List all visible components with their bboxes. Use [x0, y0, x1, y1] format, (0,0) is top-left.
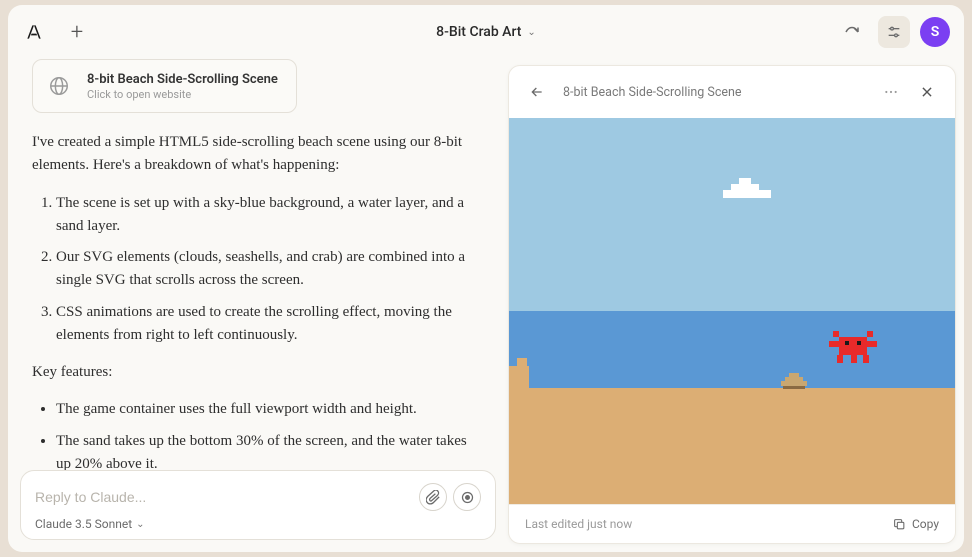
preview-crab-sprite	[829, 331, 877, 367]
more-button[interactable]	[875, 76, 907, 108]
conversation-title-text: 8-Bit Crab Art	[436, 24, 521, 40]
artifact-panel-header: 8-bit Beach Side-Scrolling Scene	[509, 66, 955, 118]
features-label: Key features:	[32, 361, 484, 384]
composer: Claude 3.5 Sonnet ⌄	[20, 470, 496, 540]
list-item: The sand takes up the bottom 30% of the …	[56, 430, 484, 471]
preview-shell-sprite	[781, 373, 807, 393]
message-scroll[interactable]: 8-bit Beach Side-Scrolling Scene Click t…	[8, 59, 508, 470]
chevron-down-icon: ⌄	[136, 519, 144, 530]
model-name: Claude 3.5 Sonnet	[35, 517, 132, 531]
header-bar: + 8-Bit Crab Art ⌄ S	[8, 5, 964, 59]
message-intro: I've created a simple HTML5 side-scrolli…	[32, 131, 484, 178]
conversation-title[interactable]: 8-Bit Crab Art ⌄	[436, 24, 536, 40]
copy-button[interactable]: Copy	[893, 517, 939, 531]
assistant-message: I've created a simple HTML5 side-scrolli…	[32, 131, 484, 470]
share-button[interactable]	[836, 16, 868, 48]
globe-icon	[43, 70, 75, 102]
avatar-letter: S	[931, 24, 940, 40]
model-selector[interactable]: Claude 3.5 Sonnet ⌄	[35, 517, 481, 531]
artifact-panel-footer: Last edited just now Copy	[509, 504, 955, 543]
chevron-down-icon: ⌄	[527, 27, 535, 38]
list-item: CSS animations are used to create the sc…	[56, 301, 484, 348]
preview-sand-layer	[509, 388, 955, 504]
list-item: Our SVG elements (clouds, seashells, and…	[56, 246, 484, 293]
list-item: The game container uses the full viewpor…	[56, 398, 484, 421]
reply-input[interactable]	[35, 489, 419, 505]
artifact-card-subtitle: Click to open website	[87, 88, 278, 101]
preview-sky-layer	[509, 118, 955, 311]
back-button[interactable]	[521, 76, 553, 108]
artifact-preview[interactable]	[509, 118, 955, 504]
header-actions: S	[836, 16, 950, 48]
message-ordered-list: The scene is set up with a sky-blue back…	[32, 192, 484, 348]
preview-sand-sprite	[509, 358, 529, 392]
artifact-card[interactable]: 8-bit Beach Side-Scrolling Scene Click t…	[32, 59, 297, 113]
artifact-card-title: 8-bit Beach Side-Scrolling Scene	[87, 72, 278, 87]
message-bullet-list: The game container uses the full viewpor…	[32, 398, 484, 470]
footer-status: Last edited just now	[525, 517, 632, 531]
attach-button[interactable]	[419, 483, 447, 511]
record-button[interactable]	[453, 483, 481, 511]
user-avatar[interactable]: S	[920, 17, 950, 47]
new-chat-button[interactable]: +	[62, 17, 92, 47]
list-item: The scene is set up with a sky-blue back…	[56, 192, 484, 239]
preview-water-layer	[509, 311, 955, 388]
artifact-panel: 8-bit Beach Side-Scrolling Scene	[508, 65, 956, 544]
artifact-panel-title: 8-bit Beach Side-Scrolling Scene	[563, 85, 742, 100]
app-window: + 8-Bit Crab Art ⌄ S	[8, 5, 964, 552]
preview-cloud-sprite	[719, 178, 775, 202]
artifact-panel-actions	[875, 76, 943, 108]
main-area: 8-bit Beach Side-Scrolling Scene Click t…	[8, 59, 964, 552]
copy-label: Copy	[912, 517, 939, 531]
chat-pane: 8-bit Beach Side-Scrolling Scene Click t…	[8, 59, 508, 552]
anthropic-logo[interactable]	[22, 20, 46, 44]
settings-button[interactable]	[878, 16, 910, 48]
composer-actions	[419, 483, 481, 511]
close-button[interactable]	[911, 76, 943, 108]
composer-row	[35, 483, 481, 511]
artifact-card-text: 8-bit Beach Side-Scrolling Scene Click t…	[87, 72, 278, 101]
